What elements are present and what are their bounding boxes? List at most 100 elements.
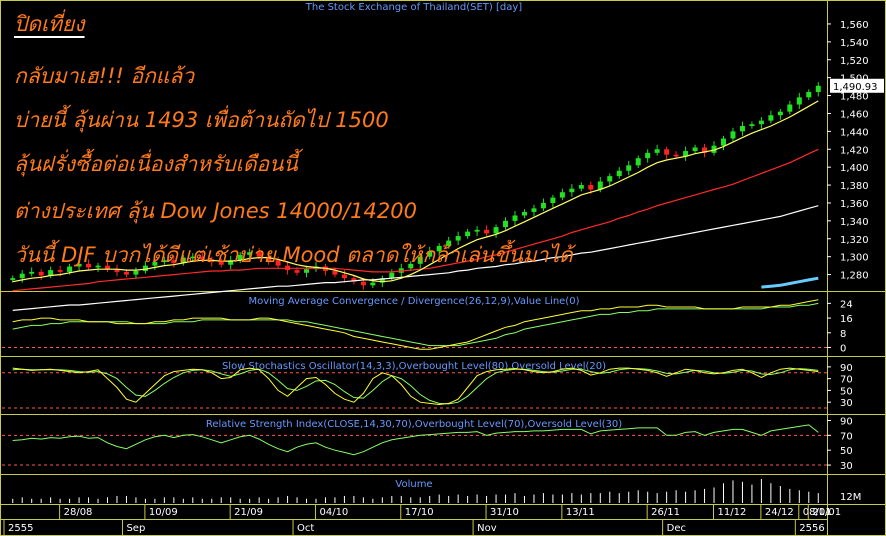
price-y-tick-label: 1,320 [840,235,869,246]
candle-body [10,278,16,280]
price-panel-title: The Stock Exchange of Thailand(SET) [day… [305,2,522,13]
price-y-tick-label: 1,460 [840,109,869,120]
candle-body [720,138,726,146]
outer-frame [0,0,886,536]
candle-body [664,149,670,155]
rsi-y-tick-label: 70 [840,431,853,442]
stochastic-panel-title: Slow Stochastics Oscillator(14,3,3),Over… [222,361,606,372]
candle-body [247,252,253,255]
ma-short-line [12,100,819,283]
candle-body [758,120,764,125]
price-y-tick-label: 1,380 [840,181,869,192]
candle-body [730,131,736,139]
chart-window: The Stock Exchange of Thailand(SET) [day… [0,0,886,536]
rsi-y-tick-label: 30 [840,461,853,472]
macd-y-tick-label: 0 [840,343,846,354]
date-tick-label: 04/10 [319,507,348,518]
candle-body [123,271,129,275]
candle-body [427,251,433,257]
candle-body [531,208,537,212]
date-tick-label: 26/11 [651,507,680,518]
candle-body [455,236,461,241]
candle-body [692,147,698,152]
candle-body [389,272,395,279]
macd-line [12,299,819,350]
candle-body [806,91,812,98]
stochastic-y-tick-label: 90 [840,363,853,374]
candle-body [796,97,802,105]
candle-body [133,270,139,275]
candle-body [578,185,584,189]
candle-body [190,256,196,259]
candle-body [19,273,25,279]
candle-body [408,263,414,269]
candle-body [360,281,366,286]
stochastic-y-tick-label: 50 [840,386,853,397]
candle-body [645,152,651,159]
candle-body [569,188,575,193]
candle-body [95,265,101,268]
price-y-tick-label: 1,280 [840,271,869,282]
candle-body [152,262,158,266]
stochastic-d-line [12,368,819,405]
date-tick-label: 31/10 [490,507,519,518]
date-tick-label: 21/01 [812,507,841,518]
candle-body [48,270,54,276]
candle-body [76,263,82,267]
price-y-tick-label: 1,340 [840,217,869,228]
ma-long-line [12,205,819,311]
month-tick-label: 2555 [8,523,33,534]
candle-body [171,260,177,263]
candle-body [29,271,35,274]
candle-body [635,158,641,166]
price-y-tick-label: 1,560 [840,20,869,31]
candle-body [815,85,821,92]
candle-body [607,176,613,182]
candle-body [436,245,442,252]
price-y-tick-label: 1,440 [840,127,869,138]
candle-body [417,256,423,264]
stochastic-y-tick-label: 30 [840,398,853,409]
date-tick-label: 24/12 [765,507,794,518]
candle-body [768,115,774,121]
volume-y-tick-label: 12M [840,492,861,503]
candle-body [294,270,300,273]
month-tick-label: Nov [477,523,497,534]
candle-body [275,260,281,266]
candle-body [654,149,660,153]
candle-body [512,215,518,221]
month-tick-label: 2556 [799,523,824,534]
rsi-y-tick-label: 90 [840,416,853,427]
candle-body [465,231,471,237]
candle-body [38,271,44,276]
date-tick-label: 21/09 [234,507,263,518]
rsi-panel-title: Relative Strength Index(CLOSE,14,30,70),… [206,419,622,430]
candle-body [446,240,452,246]
last-value-label: 1,490.93 [833,82,878,93]
trend-line [761,276,819,289]
date-tick-label: 17/10 [405,507,434,518]
price-y-tick-label: 1,400 [840,163,869,174]
price-y-tick-label: 1,540 [840,38,869,49]
rsi-y-tick-label: 50 [840,446,853,457]
macd-y-tick-label: 24 [840,299,853,310]
candle-body [86,263,92,268]
date-tick-label: 13/11 [566,507,595,518]
candle-body [332,270,338,275]
candle-body [474,229,480,232]
candle-body [199,256,205,260]
date-tick-label: 10/09 [149,507,178,518]
candle-body [616,170,622,177]
stochastic-k-line [12,367,819,406]
month-tick-label: Oct [297,523,314,534]
macd-y-tick-label: 8 [840,329,846,340]
candle-body [304,269,310,273]
candle-body [218,262,224,265]
candle-body [540,202,546,209]
price-y-tick-label: 1,420 [840,145,869,156]
candle-body [503,220,509,228]
candle-body [559,192,565,198]
date-tick-label: 28/08 [64,507,93,518]
candle-body [787,104,793,112]
month-tick-label: Dec [667,523,686,534]
